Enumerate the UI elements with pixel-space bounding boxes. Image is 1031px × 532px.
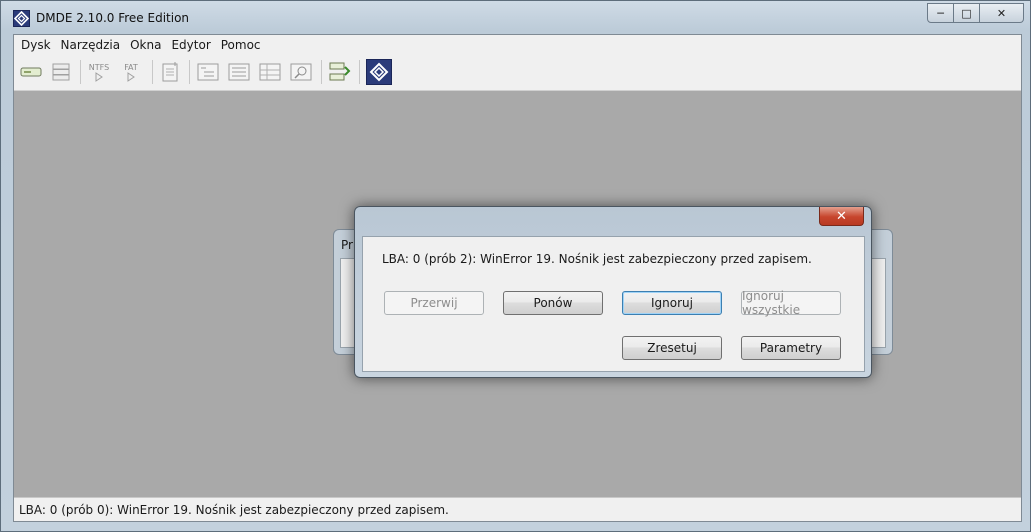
logo-icon[interactable] xyxy=(366,59,392,85)
maximize-icon: □ xyxy=(961,6,972,20)
abort-button[interactable]: Przerwij xyxy=(384,291,484,315)
toolbar-separator xyxy=(80,60,81,84)
ignore-button-label: Ignoruj xyxy=(651,296,693,310)
fat-icon[interactable]: FAT xyxy=(118,59,144,85)
table-icon[interactable] xyxy=(257,59,283,85)
go-icon[interactable] xyxy=(327,59,353,85)
maximize-button[interactable]: □ xyxy=(954,3,980,23)
retry-button[interactable]: Ponów xyxy=(503,291,603,315)
reset-button-label: Zresetuj xyxy=(647,341,697,355)
toolbar-separator xyxy=(321,60,322,84)
abort-button-label: Przerwij xyxy=(410,296,458,310)
toolbar-separator xyxy=(152,60,153,84)
menu-pomoc[interactable]: Pomoc xyxy=(216,38,266,52)
ignore-all-button[interactable]: Ignoruj wszystkie xyxy=(741,289,841,317)
params-button[interactable]: Parametry xyxy=(741,336,841,360)
reset-button[interactable]: Zresetuj xyxy=(622,336,722,360)
error-dialog-body: LBA: 0 (prób 2): WinError 19. Nośnik jes… xyxy=(362,236,865,372)
error-dialog: ✕ LBA: 0 (prób 2): WinError 19. Nośnik j… xyxy=(354,206,872,378)
menu-narzedzia[interactable]: Narzędzia xyxy=(56,38,126,52)
fat-label: FAT xyxy=(124,62,138,72)
close-icon: ✕ xyxy=(996,6,1007,20)
minimize-icon: ─ xyxy=(937,6,944,20)
ignore-button[interactable]: Ignoruj xyxy=(622,291,722,315)
search-icon[interactable] xyxy=(288,59,314,85)
error-message: LBA: 0 (prób 2): WinError 19. Nośnik jes… xyxy=(382,252,812,266)
status-bar: LBA: 0 (prób 0): WinError 19. Nośnik jes… xyxy=(14,497,1021,521)
close-button[interactable]: ✕ xyxy=(980,3,1024,23)
menu-dysk[interactable]: Dysk xyxy=(16,38,56,52)
menu-bar: Dysk Narzędzia Okna Edytor Pomoc xyxy=(14,35,1021,55)
tree-icon[interactable] xyxy=(195,59,221,85)
ignore-all-button-label: Ignoruj wszystkie xyxy=(742,289,801,317)
ntfs-label: NTFS xyxy=(88,62,110,72)
menu-okna[interactable]: Okna xyxy=(125,38,166,52)
disk-icon[interactable] xyxy=(18,59,44,85)
minimize-button[interactable]: ─ xyxy=(927,3,954,23)
toolbar: NTFS FAT xyxy=(14,55,1021,91)
close-icon: ✕ xyxy=(836,208,847,224)
dialog-close-button[interactable]: ✕ xyxy=(819,207,864,226)
background-dialog-title: Pr xyxy=(341,238,353,252)
caption-buttons: ─ □ ✕ xyxy=(927,3,1024,23)
status-text: LBA: 0 (prób 0): WinError 19. Nośnik jes… xyxy=(19,502,449,517)
toolbar-separator xyxy=(359,60,360,84)
toolbar-separator xyxy=(189,60,190,84)
menu-edytor[interactable]: Edytor xyxy=(166,38,215,52)
partitions-icon[interactable] xyxy=(48,59,74,85)
app-logo-icon xyxy=(13,10,30,27)
retry-button-label: Ponów xyxy=(533,296,573,310)
params-button-label: Parametry xyxy=(759,341,823,355)
new-file-icon[interactable] xyxy=(157,59,183,85)
window-title: DMDE 2.10.0 Free Edition xyxy=(36,11,190,25)
list-icon[interactable] xyxy=(226,59,252,85)
ntfs-icon[interactable]: NTFS xyxy=(86,59,112,85)
title-bar[interactable]: DMDE 2.10.0 Free Edition ─ □ ✕ xyxy=(1,1,1030,34)
